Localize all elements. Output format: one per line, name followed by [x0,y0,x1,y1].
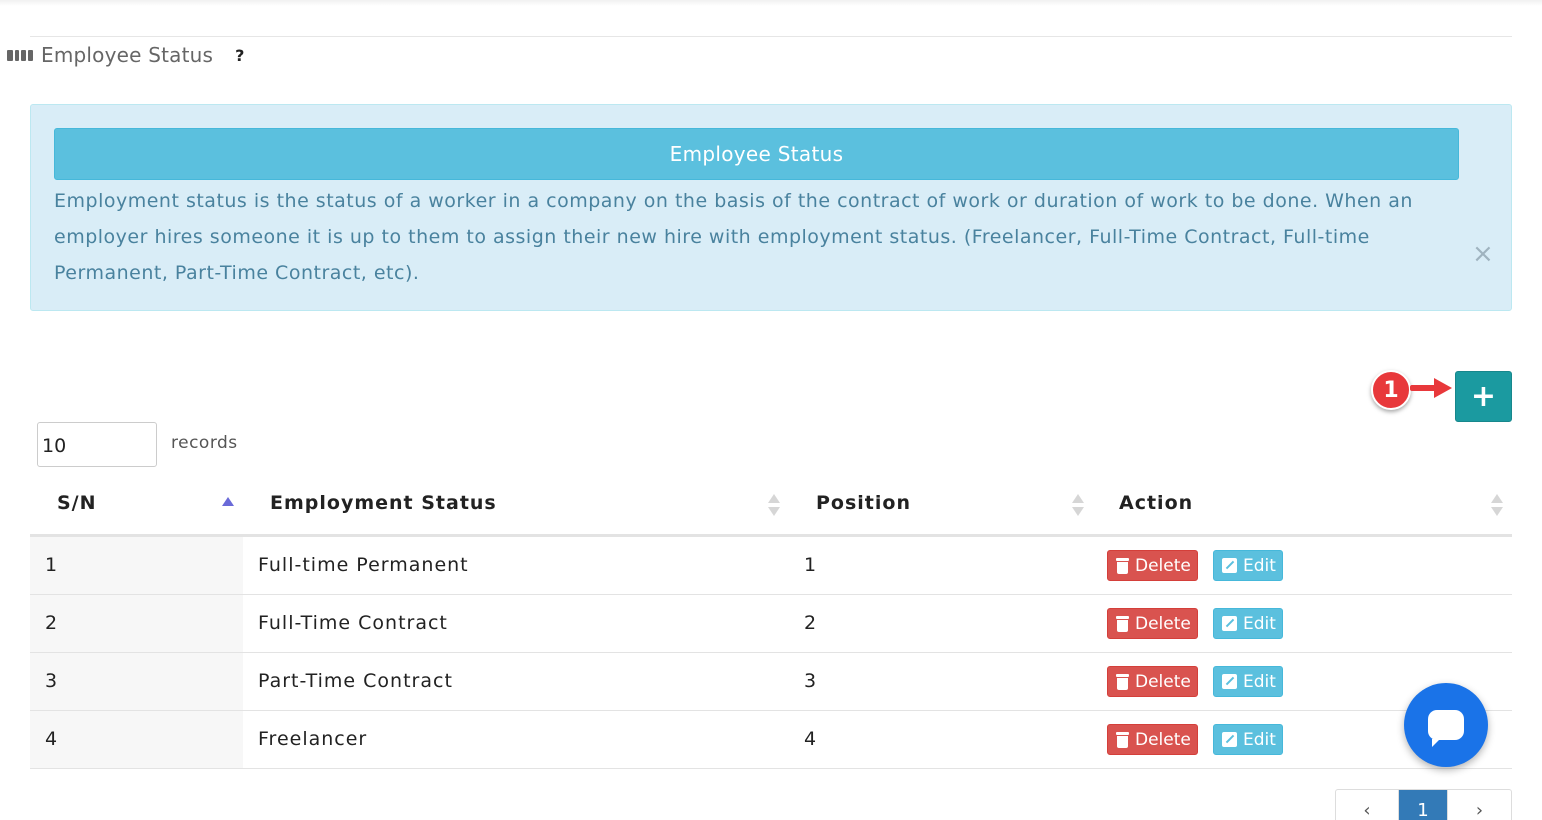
edit-label: Edit [1243,671,1276,692]
table-header-row: S/N Employment Status Position Action [30,480,1512,537]
pagination-prev-button[interactable]: ‹ [1336,790,1399,820]
delete-label: Delete [1135,613,1191,634]
delete-label: Delete [1135,555,1191,576]
trash-icon [1116,731,1129,748]
help-icon[interactable]: ? [235,46,244,65]
cell-position: 4 [804,728,818,750]
edit-label: Edit [1243,613,1276,634]
top-shadow [0,0,1542,6]
cell-employment-status: Part-Time Contract [258,670,453,692]
sort-asc-icon[interactable] [222,494,234,516]
close-icon[interactable]: × [1472,241,1494,267]
cell-sn: 4 [45,728,59,750]
edit-button[interactable]: Edit [1213,550,1283,581]
table-row: 3 Part-Time Contract 3 Delete Edit [30,653,1512,711]
sort-icon[interactable] [1072,494,1084,516]
table-row: 2 Full-Time Contract 2 Delete Edit [30,595,1512,653]
cell-employment-status: Freelancer [258,728,368,750]
cell-sn: 2 [45,612,59,634]
sort-icon[interactable] [768,494,780,516]
pagination-page-1[interactable]: 1 [1399,790,1448,820]
add-button[interactable]: + [1455,371,1512,422]
column-header-position[interactable]: Position [816,492,911,514]
step-callout-badge: 1 [1371,370,1411,410]
cell-position: 2 [804,612,818,634]
cell-sn: 3 [45,670,59,692]
edit-icon [1222,674,1237,689]
records-per-page-input[interactable]: 10 [37,422,157,467]
pagination-next-button[interactable]: › [1448,790,1511,820]
edit-label: Edit [1243,555,1276,576]
cell-employment-status: Full-Time Contract [258,612,448,634]
delete-label: Delete [1135,671,1191,692]
edit-button[interactable]: Edit [1213,666,1283,697]
edit-icon [1222,558,1237,573]
chat-bubble-icon [1428,710,1464,747]
pagination: ‹ 1 › [1335,789,1512,820]
edit-icon [1222,732,1237,747]
callout-arrow-head [1434,378,1452,398]
edit-label: Edit [1243,729,1276,750]
cell-position: 3 [804,670,818,692]
delete-button[interactable]: Delete [1107,550,1198,581]
delete-button[interactable]: Delete [1107,724,1198,755]
info-heading: Employee Status [54,128,1459,180]
chat-widget-button[interactable] [1404,683,1488,767]
cell-position: 1 [804,554,818,576]
trash-icon [1116,615,1129,632]
cell-employment-status: Full-time Permanent [258,554,469,576]
sort-icon[interactable] [1491,494,1503,516]
table-row: 4 Freelancer 4 Delete Edit [30,711,1512,769]
callout-arrow-line [1410,385,1436,391]
delete-button[interactable]: Delete [1107,608,1198,639]
header-divider [30,36,1512,37]
edit-button[interactable]: Edit [1213,608,1283,639]
employee-status-table: S/N Employment Status Position Action 1 … [30,480,1512,769]
column-header-sn[interactable]: S/N [57,492,97,514]
delete-button[interactable]: Delete [1107,666,1198,697]
delete-label: Delete [1135,729,1191,750]
column-header-action[interactable]: Action [1119,492,1193,514]
column-header-employment-status[interactable]: Employment Status [270,492,497,514]
table-icon [7,49,34,62]
records-label: records [171,433,238,453]
info-alert: Employee Status Employment status is the… [30,104,1512,311]
edit-button[interactable]: Edit [1213,724,1283,755]
info-description: Employment status is the status of a wor… [54,190,1413,284]
edit-icon [1222,616,1237,631]
cell-sn: 1 [45,554,59,576]
trash-icon [1116,557,1129,574]
table-row: 1 Full-time Permanent 1 Delete Edit [30,537,1512,595]
page-title-text: Employee Status [41,43,214,67]
page-title: Employee Status ? [7,42,244,68]
trash-icon [1116,673,1129,690]
